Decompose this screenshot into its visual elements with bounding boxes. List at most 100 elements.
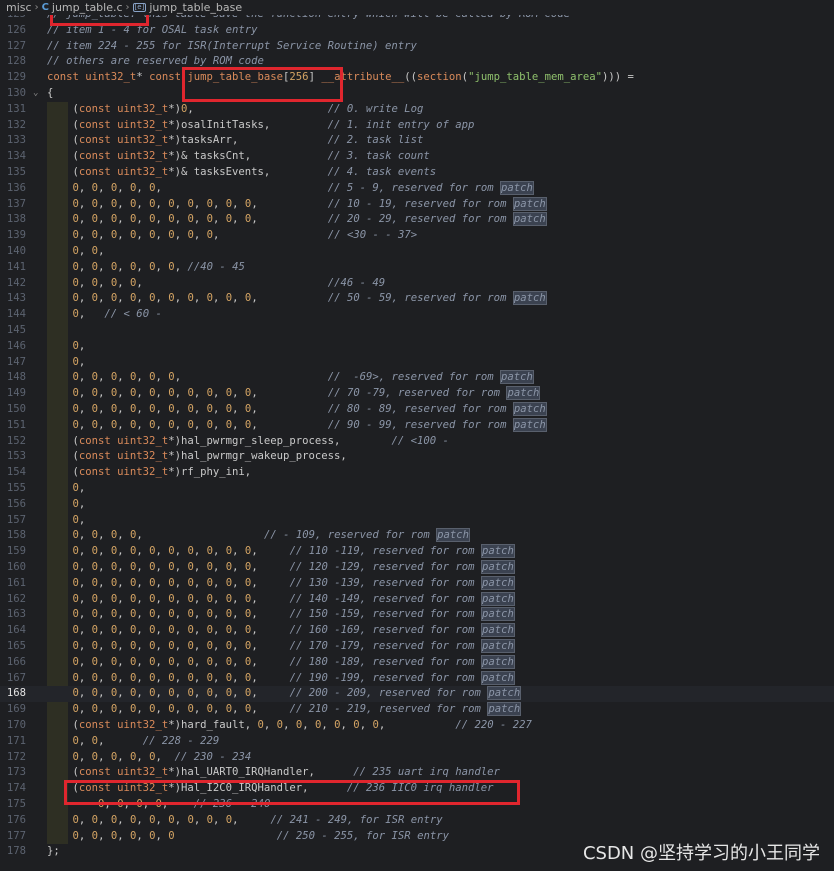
line-number: 166	[6, 655, 26, 668]
code-line[interactable]: 161 0, 0, 0, 0, 0, 0, 0, 0, 0, 0, // 130…	[0, 575, 834, 592]
code-line[interactable]: 168 0, 0, 0, 0, 0, 0, 0, 0, 0, 0, // 200…	[0, 686, 834, 703]
line-number: 154	[6, 466, 26, 479]
line-number: 169	[6, 703, 26, 716]
code-line[interactable]: 129 const uint32_t* const jump_table_base…	[0, 70, 834, 86]
line-number: 151	[6, 418, 26, 431]
line-number: 138	[6, 213, 26, 226]
code-line[interactable]: 127 // item 224 - 255 for ISR(Interrupt S…	[0, 39, 834, 55]
line-number: 152	[6, 434, 26, 447]
code-line[interactable]: 139 0, 0, 0, 0, 0, 0, 0, 0, // <30 - - 3…	[0, 228, 834, 244]
chevron-right-icon: ›	[125, 2, 130, 13]
code-line[interactable]: 140 0, 0,	[0, 244, 834, 260]
code-line[interactable]: 150 0, 0, 0, 0, 0, 0, 0, 0, 0, 0, // 80 …	[0, 402, 834, 418]
code-line[interactable]: 173 (const uint32_t*)hal_UART0_IRQHandle…	[0, 765, 834, 781]
fold-chevron-icon[interactable]: ⌄	[33, 86, 38, 102]
code-line[interactable]: 148 0, 0, 0, 0, 0, 0, // -69>, reserved …	[0, 370, 834, 386]
code-text: 0, 0, 0, 0, 0, 0, 0, 0, 0, 0, // 70 -79,…	[72, 386, 541, 401]
code-line[interactable]: 146 0,	[0, 339, 834, 355]
code-line[interactable]: 154 (const uint32_t*)rf_phy_ini,	[0, 465, 834, 481]
line-number: 149	[6, 387, 26, 400]
code-text: 0, 0, 0, 0, //46 - 49	[72, 276, 386, 289]
code-line[interactable]: 176 0, 0, 0, 0, 0, 0, 0, 0, 0, // 241 - …	[0, 813, 834, 829]
code-line[interactable]: 163 0, 0, 0, 0, 0, 0, 0, 0, 0, 0, // 150…	[0, 607, 834, 623]
code-line[interactable]: 132 (const uint32_t*)osalInitTasks, // 1…	[0, 118, 834, 134]
code-line[interactable]: 149 0, 0, 0, 0, 0, 0, 0, 0, 0, 0, // 70 …	[0, 386, 834, 402]
breadcrumb-symbol[interactable]: [e] jump_table_base	[132, 1, 242, 14]
line-number: 144	[6, 308, 26, 321]
code-line[interactable]: 171 0, 0, // 228 - 229	[0, 734, 834, 750]
breadcrumb-file[interactable]: C jump_table.c	[42, 1, 123, 14]
code-line[interactable]: 172 0, 0, 0, 0, 0, // 230 - 234	[0, 750, 834, 766]
code-text: };	[47, 845, 60, 858]
line-number: 178	[6, 845, 26, 858]
code-line[interactable]: 152 (const uint32_t*)hal_pwrmgr_sleep_pr…	[0, 434, 834, 450]
line-number: 170	[6, 719, 26, 731]
code-text: (const uint32_t*)hal_pwrmgr_wakeup_proce…	[47, 450, 347, 463]
code-text: 0, 0, 0, 0, 0, 0, //40 - 45	[72, 260, 245, 273]
code-line[interactable]: 133 (const uint32_t*)tasksArr, // 2. tas…	[0, 133, 834, 149]
code-line[interactable]: 158 0, 0, 0, 0, // - 109, reserved for r…	[0, 528, 834, 544]
code-line[interactable]: 155 0,	[0, 481, 834, 497]
code-line[interactable]: 141 0, 0, 0, 0, 0, 0, //40 - 45	[0, 260, 834, 276]
line-number: 143	[6, 292, 26, 305]
line-number: 145	[6, 324, 26, 336]
line-number: 141	[6, 260, 26, 273]
code-line[interactable]: 145	[0, 323, 834, 339]
code-line[interactable]: 162 0, 0, 0, 0, 0, 0, 0, 0, 0, 0, // 140…	[0, 591, 834, 608]
code-text: (const uint32_t*)hard_fault, 0, 0, 0, 0,…	[47, 719, 532, 731]
code-line[interactable]: 131 (const uint32_t*)0, // 0. write Log	[0, 102, 834, 118]
code-line[interactable]: 136 0, 0, 0, 0, 0, // 5 - 9, reserved fo…	[0, 180, 834, 197]
code-line[interactable]: 137 0, 0, 0, 0, 0, 0, 0, 0, 0, 0, // 10 …	[0, 196, 834, 213]
c-file-icon: C	[41, 2, 49, 13]
code-line[interactable]: 147 0,	[0, 355, 834, 371]
line-number: 162	[6, 592, 26, 605]
line-number: 128	[6, 55, 26, 68]
breadcrumb-folder[interactable]: misc	[0, 1, 32, 14]
code-text: 0, 0, 0, 0, 0, // 5 - 9, reserved for ro…	[72, 180, 534, 195]
code-line[interactable]: 166 0, 0, 0, 0, 0, 0, 0, 0, 0, 0, // 180…	[0, 654, 834, 671]
code-text: 0, 0, 0, 0, // - 109, reserved for rom p…	[72, 528, 471, 543]
code-text: 0, 0, 0, 0, 0, 0, 0, 0, 0, 0, // 160 -16…	[72, 623, 515, 638]
code-line[interactable]: 142 0, 0, 0, 0, //46 - 49	[0, 276, 834, 292]
line-number: 129	[6, 71, 26, 84]
code-line[interactable]: 134 (const uint32_t*)& tasksCnt, // 3. t…	[0, 149, 834, 165]
line-number: 140	[6, 245, 26, 257]
code-line[interactable]: 138 0, 0, 0, 0, 0, 0, 0, 0, 0, 0, // 20 …	[0, 212, 834, 228]
code-line[interactable]: 164 0, 0, 0, 0, 0, 0, 0, 0, 0, 0, // 160…	[0, 623, 834, 639]
line-number: 130	[6, 87, 26, 99]
code-line[interactable]: 156 0,	[0, 497, 834, 513]
code-line[interactable]: 128// others are reserved by ROM code	[0, 54, 834, 70]
code-text: 0,	[72, 355, 86, 368]
chevron-right-icon: ›	[34, 2, 39, 13]
code-text: (const uint32_t*)hal_UART0_IRQHandler, /…	[47, 766, 500, 779]
breadcrumb-file-label: jump_table.c	[51, 1, 123, 14]
code-line[interactable]: 159 0, 0, 0, 0, 0, 0, 0, 0, 0, 0, // 110…	[0, 544, 834, 560]
code-line[interactable]: 160 0, 0, 0, 0, 0, 0, 0, 0, 0, 0, // 120…	[0, 560, 834, 576]
code-text: (const uint32_t*)tasksArr, // 2. task li…	[47, 134, 424, 147]
code-line[interactable]: 135 (const uint32_t*)& tasksEvents, // 4…	[0, 165, 834, 181]
code-text: (const uint32_t*)rf_phy_ini,	[47, 466, 252, 479]
code-text: 0, 0, 0, 0, 0, 0, // -69>, reserved for …	[72, 370, 534, 385]
code-line[interactable]: 144 0, // < 60 -	[0, 307, 834, 323]
code-line[interactable]: 167 0, 0, 0, 0, 0, 0, 0, 0, 0, 0, // 190…	[0, 670, 834, 687]
line-number: 127	[6, 39, 26, 52]
line-number: 134	[6, 150, 26, 163]
code-text: 0, 0, 0, 0, 0, 0, 0, 0, 0, 0, // 190 -19…	[72, 670, 515, 685]
line-number: 163	[6, 608, 26, 621]
code-text: 0, 0, 0, 0, 0, 0, 0, 0, 0, 0, // 80 - 89…	[72, 402, 547, 416]
code-line[interactable]: 165 0, 0, 0, 0, 0, 0, 0, 0, 0, 0, // 170…	[0, 639, 834, 655]
code-line[interactable]: 153 (const uint32_t*)hal_pwrmgr_wakeup_p…	[0, 449, 834, 465]
code-line[interactable]: 143 0, 0, 0, 0, 0, 0, 0, 0, 0, 0, // 50 …	[0, 291, 834, 307]
code-line[interactable]: 170 (const uint32_t*)hard_fault, 0, 0, 0…	[0, 718, 834, 734]
code-text: 0, 0, 0, 0, 0, 0, 0, 0, 0, 0, // 140 -14…	[72, 591, 515, 606]
line-number: 158	[6, 529, 26, 542]
code-text: {	[47, 87, 54, 99]
code-text: 0, 0, 0, 0, 0, 0, 0, 0, 0, 0, // 10 - 19…	[72, 196, 547, 211]
line-number: 156	[6, 497, 26, 510]
line-number: 167	[6, 671, 26, 684]
code-line[interactable]: 151 0, 0, 0, 0, 0, 0, 0, 0, 0, 0, // 90 …	[0, 417, 834, 434]
code-line[interactable]: 130 ⌄ {	[0, 86, 834, 102]
code-line[interactable]: 169 0, 0, 0, 0, 0, 0, 0, 0, 0, 0, // 210…	[0, 702, 834, 718]
code-line[interactable]: 157 0,	[0, 513, 834, 529]
code-text: (const uint32_t*)hal_pwrmgr_sleep_proces…	[47, 434, 449, 447]
